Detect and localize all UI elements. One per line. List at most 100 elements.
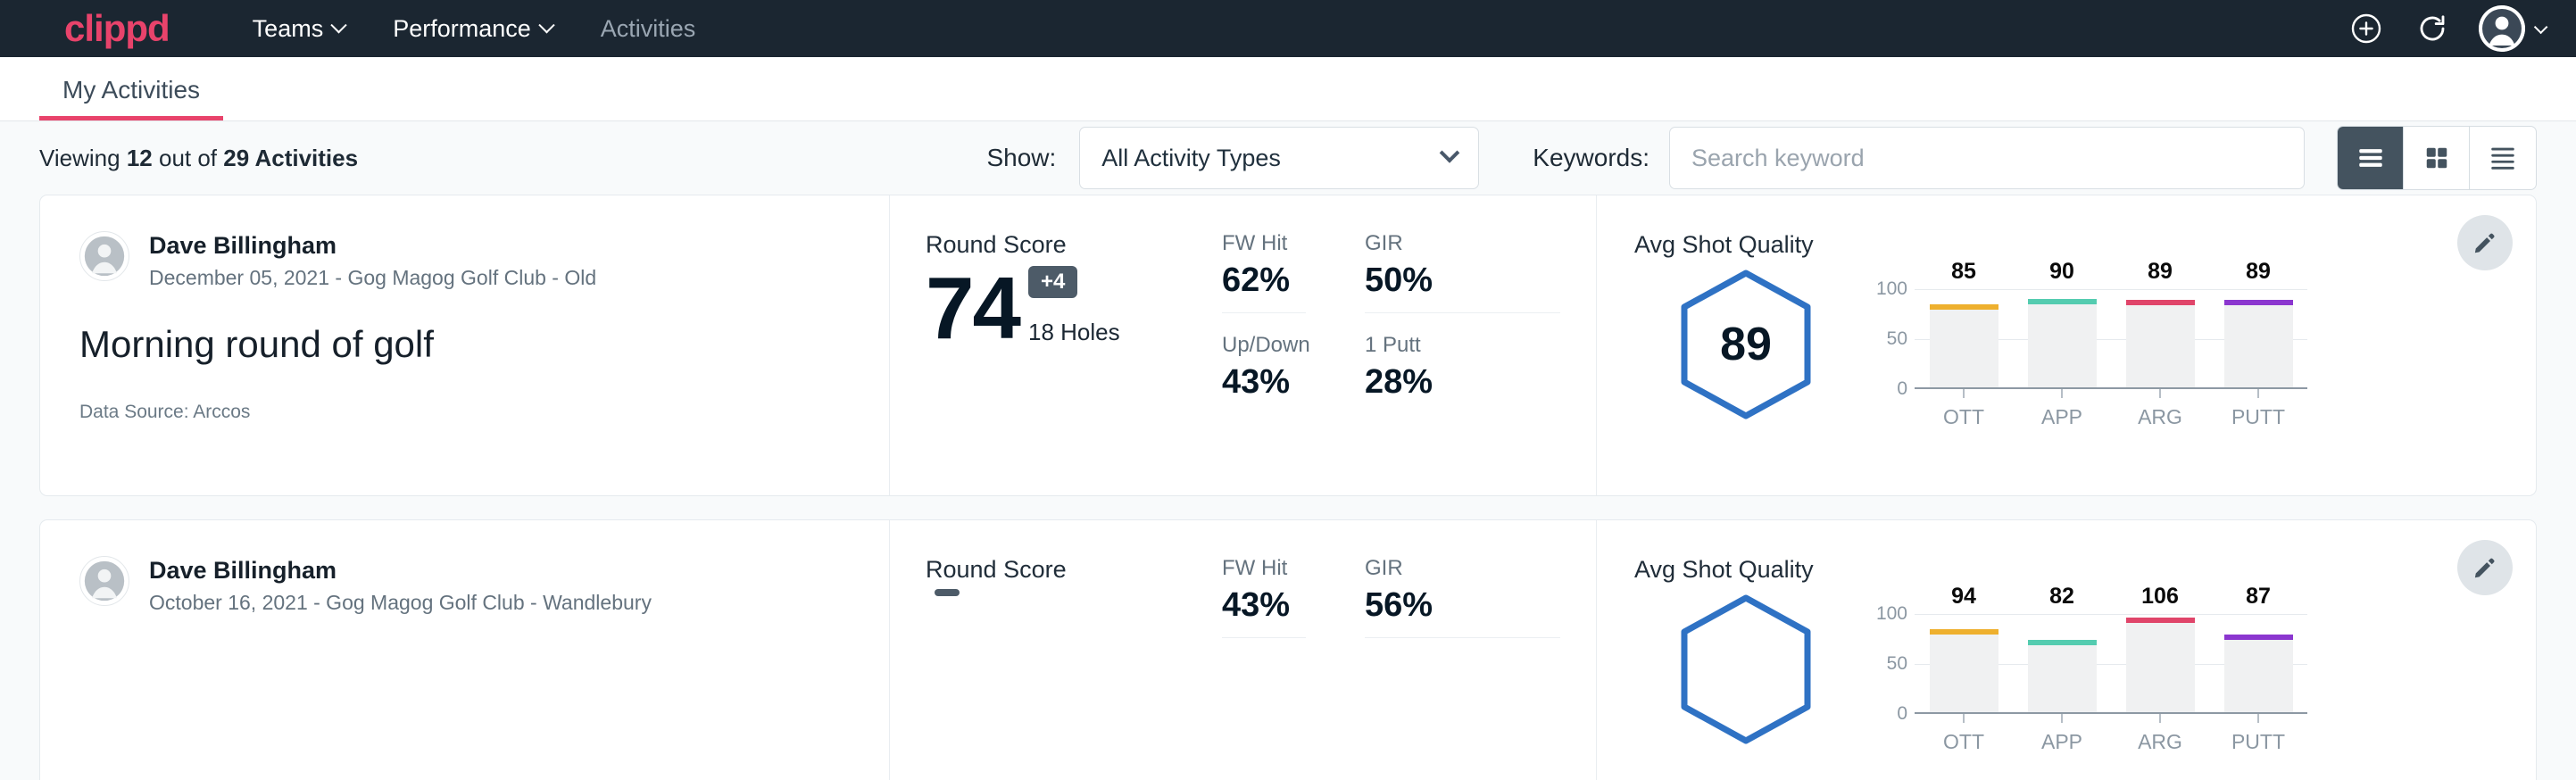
viewing-middle: out of	[159, 145, 217, 171]
account-menu[interactable]	[2479, 5, 2544, 52]
stats-grid: FW Hit 62% GIR 50% Up/Down 43% 1 Putt 28…	[1222, 195, 1597, 495]
clippd-logo[interactable]: clippd	[64, 10, 170, 47]
quality-hexagon: 89	[1677, 268, 1815, 421]
add-button[interactable]	[2347, 9, 2386, 48]
chart-plot-area: 85 90	[1915, 270, 2307, 389]
player-block: Dave Billingham December 05, 2021 - Gog …	[79, 231, 850, 290]
bar-cap	[1930, 304, 1998, 310]
stat-label: GIR	[1365, 231, 1560, 256]
avatar	[79, 231, 129, 281]
viewing-prefix: Viewing	[39, 145, 120, 171]
search-input[interactable]: Search keyword	[1669, 127, 2305, 189]
tab-bar: My Activities	[0, 57, 2576, 121]
refresh-icon	[2416, 12, 2448, 45]
tick-mark-icon	[2159, 389, 2161, 398]
stat-value: 43%	[1222, 586, 1306, 625]
tick-mark-icon	[2061, 389, 2063, 398]
bar-body	[2126, 300, 2195, 387]
stat-value: 50%	[1365, 261, 1560, 300]
player-block: Dave Billingham October 16, 2021 - Gog M…	[79, 556, 850, 615]
search-placeholder: Search keyword	[1691, 145, 1865, 172]
chevron-down-icon	[2534, 20, 2548, 34]
bar-putt: 89	[2209, 289, 2307, 387]
stat-label: GIR	[1365, 556, 1560, 581]
x-tick-label: PUTT	[2231, 405, 2285, 429]
quality-hexagon	[1677, 593, 1815, 746]
x-tick-arg: ARG	[2111, 714, 2209, 754]
activity-meta: December 05, 2021 - Gog Magog Golf Club …	[149, 266, 596, 290]
viewing-summary: Viewing 12 out of 29 Activities	[39, 145, 358, 172]
bar-body	[1930, 304, 1998, 388]
view-mode-grid[interactable]	[2404, 127, 2470, 189]
nav-item-label: Performance	[393, 15, 531, 43]
data-source: Data Source: Arccos	[79, 402, 850, 423]
y-tick: 0	[1897, 378, 1907, 400]
chart-y-axis: 100 50 0	[1865, 289, 1915, 389]
stat-one-putt	[1365, 658, 1560, 676]
quality-score-value: 89	[1677, 268, 1815, 421]
main-nav: Teams Performance Activities	[229, 15, 720, 43]
tab-label: My Activities	[62, 76, 200, 104]
plus-circle-icon	[2350, 12, 2382, 45]
tick-mark-icon	[1963, 714, 1965, 723]
tick-mark-icon	[2257, 714, 2259, 723]
chart-bars: 85 90	[1915, 289, 2307, 387]
nav-item-label: Teams	[253, 15, 324, 43]
axis-zero-line	[1915, 712, 2307, 714]
grid-view-icon	[2423, 145, 2450, 171]
view-mode-list[interactable]	[2338, 127, 2404, 189]
activity-card[interactable]: Dave Billingham December 05, 2021 - Gog …	[39, 195, 2537, 496]
activity-meta: October 16, 2021 - Gog Magog Golf Club -…	[149, 591, 652, 615]
bar-value-label: 85	[1915, 259, 2013, 285]
activity-type-value: All Activity Types	[1101, 145, 1281, 172]
chart-bars: 94 82	[1915, 614, 2307, 712]
tab-my-activities[interactable]: My Activities	[39, 76, 223, 120]
activity-card[interactable]: Dave Billingham October 16, 2021 - Gog M…	[39, 519, 2537, 780]
x-tick-putt: PUTT	[2209, 389, 2307, 429]
nav-item-teams[interactable]: Teams	[229, 15, 370, 43]
nav-item-activities[interactable]: Activities	[577, 15, 720, 43]
bar-cap	[2126, 618, 2195, 623]
bar-cap	[2028, 640, 2097, 645]
chevron-down-icon	[538, 17, 554, 33]
header-actions	[2347, 5, 2544, 52]
view-mode-compact[interactable]	[2470, 127, 2536, 189]
edit-activity-button[interactable]	[2457, 540, 2513, 595]
bar-cap	[1930, 629, 1998, 635]
nav-item-performance[interactable]: Performance	[369, 15, 577, 43]
bar-ott: 94	[1915, 614, 2013, 712]
round-score-label: Round Score	[926, 556, 1222, 584]
bar-value-label: 82	[2013, 584, 2111, 610]
activity-title: Morning round of golf	[79, 322, 850, 367]
round-score-row: 74 +4 18 Holes	[926, 264, 1222, 352]
x-tick-label: ARG	[2138, 730, 2182, 754]
edit-activity-button[interactable]	[2457, 215, 2513, 270]
tick-mark-icon	[2159, 714, 2161, 723]
x-tick-app: APP	[2013, 389, 2111, 429]
y-tick: 50	[1887, 653, 1907, 675]
stat-one-putt: 1 Putt 28%	[1365, 333, 1560, 414]
chart-x-axis: OTT APP ARG PUTT	[1915, 714, 2307, 754]
y-tick: 0	[1897, 703, 1907, 725]
person-avatar-icon	[80, 556, 129, 606]
round-score-value: 74	[926, 264, 1019, 352]
activity-type-select[interactable]: All Activity Types	[1079, 127, 1479, 189]
score-delta-badge	[935, 589, 960, 596]
person-avatar-icon	[80, 231, 129, 281]
x-tick-putt: PUTT	[2209, 714, 2307, 754]
refresh-button[interactable]	[2413, 9, 2452, 48]
x-tick-label: APP	[2041, 730, 2082, 754]
account-avatar-icon	[2479, 5, 2525, 52]
stat-gir: GIR 50%	[1365, 231, 1560, 313]
shot-quality-block: Avg Shot Quality 100 50	[1597, 520, 2536, 780]
stat-fw-hit: FW Hit 62%	[1222, 231, 1306, 313]
player-name: Dave Billingham	[149, 556, 652, 585]
bar-value-label: 89	[2111, 259, 2209, 285]
viewing-total: 29 Activities	[223, 145, 358, 171]
shot-quality-label: Avg Shot Quality	[1634, 556, 2536, 584]
bar-value-label: 87	[2209, 584, 2307, 610]
pencil-icon	[2472, 554, 2498, 581]
bar-body	[2224, 300, 2293, 387]
bar-arg: 89	[2111, 289, 2209, 387]
stat-label: Up/Down	[1222, 333, 1306, 358]
